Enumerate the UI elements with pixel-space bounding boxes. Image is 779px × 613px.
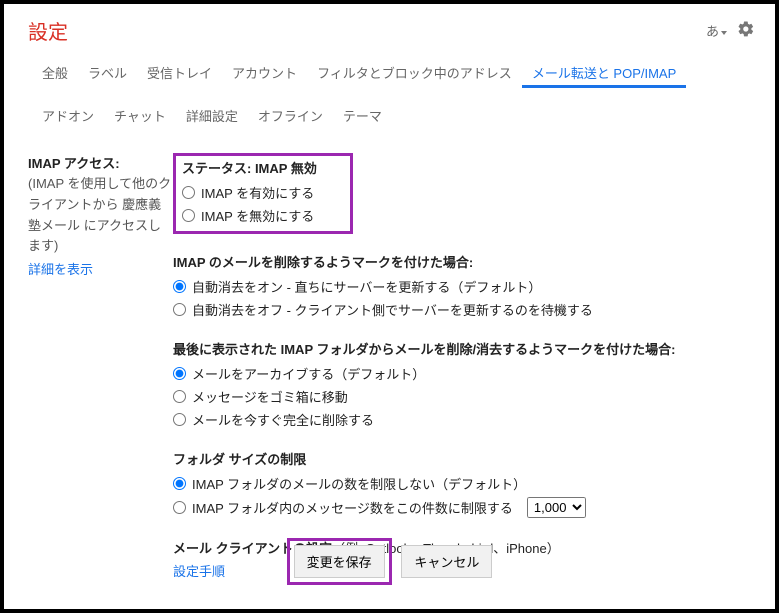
- tab-forwarding-pop-imap[interactable]: メール転送と POP/IMAP: [522, 57, 686, 88]
- tab-filters[interactable]: フィルタとブロック中のアドレス: [307, 57, 522, 88]
- tab-offline[interactable]: オフライン: [248, 100, 333, 131]
- tab-addons[interactable]: アドオン: [32, 100, 104, 131]
- folder-size-title: フォルダ サイズの制限: [173, 449, 751, 468]
- radio-archive[interactable]: [173, 367, 186, 380]
- gear-icon[interactable]: [737, 20, 755, 41]
- input-method-indicator[interactable]: あ: [706, 21, 727, 40]
- radio-limit[interactable]: [173, 501, 186, 514]
- radio-limit-label: IMAP フォルダ内のメッセージ数をこの件数に制限する: [192, 498, 513, 517]
- last-shown-title: 最後に表示された IMAP フォルダからメールを削除/消去するようマークを付けた…: [173, 339, 751, 358]
- status-highlight-box: ステータス: IMAP 無効 IMAP を有効にする IMAP を無効にする: [173, 153, 353, 234]
- radio-imap-enable-label: IMAP を有効にする: [201, 183, 314, 202]
- tabs-row-1: 全般 ラベル 受信トレイ アカウント フィルタとブロック中のアドレス メール転送…: [4, 53, 775, 96]
- radio-trash-label: メッセージをゴミ箱に移動: [192, 387, 348, 406]
- page-title: 設定: [28, 16, 68, 45]
- tab-advanced[interactable]: 詳細設定: [176, 100, 248, 131]
- radio-imap-disable[interactable]: [182, 209, 195, 222]
- tab-accounts[interactable]: アカウント: [222, 57, 307, 88]
- imap-access-title: IMAP アクセス:: [28, 153, 173, 172]
- save-highlight-box: 変更を保存: [287, 538, 392, 585]
- radio-delete-forever-label: メールを今すぐ完全に削除する: [192, 410, 374, 429]
- tab-labels[interactable]: ラベル: [78, 57, 137, 88]
- chevron-down-icon: [721, 31, 727, 35]
- tab-general[interactable]: 全般: [32, 57, 78, 88]
- learn-more-link[interactable]: 詳細を表示: [28, 259, 173, 278]
- delete-marked-title: IMAP のメールを削除するようマークを付けた場合:: [173, 252, 751, 271]
- radio-auto-expunge-on[interactable]: [173, 280, 186, 293]
- tab-inbox[interactable]: 受信トレイ: [137, 57, 222, 88]
- radio-trash[interactable]: [173, 390, 186, 403]
- radio-imap-enable[interactable]: [182, 186, 195, 199]
- cancel-button[interactable]: キャンセル: [401, 545, 492, 578]
- tabs-row-2: アドオン チャット 詳細設定 オフライン テーマ: [4, 96, 775, 143]
- radio-auto-expunge-off-label: 自動消去をオフ - クライアント側でサーバーを更新するのを待機する: [192, 300, 593, 319]
- radio-imap-disable-label: IMAP を無効にする: [201, 206, 314, 225]
- status-title: ステータス: IMAP 無効: [182, 158, 344, 177]
- imap-access-desc: (IMAP を使用して他のクライアントから 慶應義塾メール にアクセスします): [28, 174, 173, 257]
- radio-archive-label: メールをアーカイブする（デフォルト）: [192, 364, 425, 383]
- tab-themes[interactable]: テーマ: [333, 100, 392, 131]
- radio-auto-expunge-off[interactable]: [173, 303, 186, 316]
- radio-no-limit-label: IMAP フォルダのメールの数を制限しない（デフォルト）: [192, 474, 526, 493]
- save-button[interactable]: 変更を保存: [294, 545, 385, 578]
- tab-chat[interactable]: チャット: [104, 100, 176, 131]
- radio-auto-expunge-on-label: 自動消去をオン - 直ちにサーバーを更新する（デフォルト）: [192, 277, 541, 296]
- radio-no-limit[interactable]: [173, 477, 186, 490]
- radio-delete-forever[interactable]: [173, 413, 186, 426]
- folder-size-select[interactable]: 1,000: [527, 497, 586, 518]
